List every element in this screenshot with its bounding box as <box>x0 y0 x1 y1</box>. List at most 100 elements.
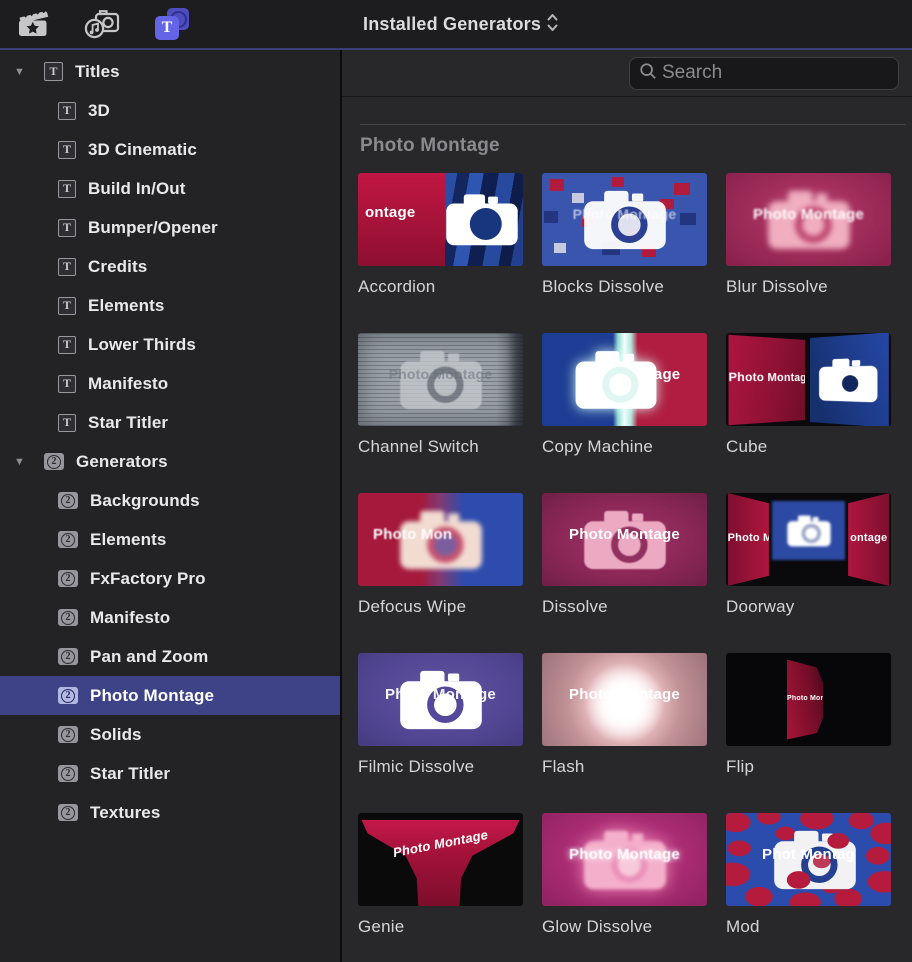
sidebar-item-manifesto-titles[interactable]: Manifesto <box>0 364 340 403</box>
generator-tile-flash[interactable]: Photo Montage Flash <box>542 653 707 777</box>
disclosure-triangle-icon[interactable] <box>14 456 30 468</box>
thumbnail-overlay-text: ontage <box>848 532 889 544</box>
sidebar-item-build-in-out[interactable]: Build In/Out <box>0 169 340 208</box>
doorway-center-art <box>772 501 845 560</box>
generator-thumbnail[interactable]: Photo M ontage <box>726 493 891 586</box>
generators-icon <box>58 570 78 587</box>
sidebar-item-bumper-opener[interactable]: Bumper/Opener <box>0 208 340 247</box>
generator-tile-copy-machine[interactable]: ntage Copy Machine <box>542 333 707 457</box>
thumbnail-overlay-text: Photo Montage <box>542 526 707 543</box>
disclosure-triangle-icon[interactable] <box>14 66 30 78</box>
generator-tile-accordion[interactable]: ontage Accordion <box>358 173 523 297</box>
sidebar-item-elements-titles[interactable]: Elements <box>0 286 340 325</box>
generator-grid: ontage Accordion Photo Montage Blocks Di… <box>358 173 912 937</box>
generator-tile-flip[interactable]: Photo Montage Flip <box>726 653 891 777</box>
installed-generators-label: Installed Generators <box>363 14 541 35</box>
generators-icon <box>58 492 78 509</box>
generators-icon <box>58 804 78 821</box>
generator-thumbnail[interactable]: Photo Montage <box>726 653 891 746</box>
titles-icon <box>44 62 63 81</box>
generator-thumbnail[interactable]: Photo Montage <box>358 333 523 426</box>
sidebar-item-solids[interactable]: Solids <box>0 715 340 754</box>
generator-thumbnail[interactable]: Photo Montage <box>542 173 707 266</box>
sidebar-item-lower-thirds[interactable]: Lower Thirds <box>0 325 340 364</box>
sidebar-item-credits[interactable]: Credits <box>0 247 340 286</box>
generator-name: Copy Machine <box>542 437 707 457</box>
generator-tile-blur-dissolve[interactable]: Photo Montage Blur Dissolve <box>726 173 891 297</box>
sidebar-group-generators[interactable]: Generators <box>0 442 340 481</box>
sidebar-item-pan-and-zoom[interactable]: Pan and Zoom <box>0 637 340 676</box>
generators-icon <box>58 726 78 743</box>
cube-blue-face-art <box>810 333 889 426</box>
section-title: Photo Montage <box>360 135 912 157</box>
generator-name: Genie <box>358 917 523 937</box>
generator-tile-filmic-dissolve[interactable]: Photo Montage Filmic Dissolve <box>358 653 523 777</box>
sidebar-item-star-titler-generators[interactable]: Star Titler <box>0 754 340 793</box>
generator-tile-doorway[interactable]: Photo M ontage Doorway <box>726 493 891 617</box>
sidebar-item-elements-generators[interactable]: Elements <box>0 520 340 559</box>
titles-generators-browser-button[interactable] <box>150 4 194 44</box>
generator-thumbnail[interactable]: ontage <box>358 173 523 266</box>
generators-icon <box>44 453 64 470</box>
titles-generators-icon <box>155 8 189 40</box>
search-input[interactable] <box>662 62 889 84</box>
thumbnail-overlay-text: Photo Montage <box>542 846 707 863</box>
sidebar-item-manifesto-generators[interactable]: Manifesto <box>0 598 340 637</box>
titles-icon <box>58 414 76 432</box>
generators-panel: Photo Montage ontage Accordion <box>342 50 912 962</box>
sidebar-item-photo-montage[interactable]: Photo Montage <box>0 676 340 715</box>
generator-thumbnail[interactable]: ntage <box>542 333 707 426</box>
titles-icon <box>58 258 76 276</box>
generator-name: Channel Switch <box>358 437 523 457</box>
generator-tile-channel-switch[interactable]: Photo Montage Channel Switch <box>358 333 523 457</box>
generator-name: Filmic Dissolve <box>358 757 523 777</box>
generator-thumbnail[interactable]: Photo Montage <box>358 653 523 746</box>
generator-tile-blocks-dissolve[interactable]: Photo Montage Blocks Dissolve <box>542 173 707 297</box>
thumbnail-overlay-text: Phot Montag <box>726 846 891 863</box>
generators-icon <box>58 687 78 704</box>
sidebar-group-titles[interactable]: Titles <box>0 52 340 91</box>
sidebar-item-3d[interactable]: 3D <box>0 91 340 130</box>
generator-thumbnail[interactable]: Phot Montag <box>726 813 891 906</box>
generator-thumbnail[interactable]: Photo Montage <box>726 173 891 266</box>
generator-tile-cube[interactable]: Photo Montage Cube <box>726 333 891 457</box>
generators-scroll-area[interactable]: Photo Montage ontage Accordion <box>342 97 912 962</box>
generator-name: Flash <box>542 757 707 777</box>
thumbnail-overlay-text: Photo Montage <box>726 206 891 223</box>
generators-icon <box>58 648 78 665</box>
sidebar-item-textures[interactable]: Textures <box>0 793 340 832</box>
cube-red-face-art: Photo Montage <box>728 334 805 424</box>
flip-panel-art: Photo Montage <box>787 660 823 740</box>
generator-name: Accordion <box>358 277 523 297</box>
generator-tile-dissolve[interactable]: Photo Montage Dissolve <box>542 493 707 617</box>
installed-generators-menu[interactable]: Installed Generators <box>363 0 558 48</box>
generator-tile-genie[interactable]: Photo Montage Genie <box>358 813 523 937</box>
titles-icon <box>58 297 76 315</box>
search-field[interactable] <box>629 57 899 90</box>
thumbnail-overlay-text: Photo Mon <box>373 526 523 543</box>
generator-tile-glow-dissolve[interactable]: Photo Montage Glow Dissolve <box>542 813 707 937</box>
generator-tile-mod[interactable]: Phot Montag Mod <box>726 813 891 937</box>
sidebar-item-star-titler-titles[interactable]: Star Titler <box>0 403 340 442</box>
generator-name: Blur Dissolve <box>726 277 891 297</box>
categories-sidebar: Titles 3D 3D Cinematic Build In/Out Bump… <box>0 50 340 962</box>
clapperboard-star-icon <box>16 8 49 41</box>
generators-icon <box>58 609 78 626</box>
generator-name: Cube <box>726 437 891 457</box>
camera-music-note-icon <box>84 7 121 42</box>
sidebar-item-backgrounds[interactable]: Backgrounds <box>0 481 340 520</box>
generator-thumbnail[interactable]: Photo Montage <box>358 813 523 906</box>
photos-audio-browser-button[interactable] <box>80 4 124 44</box>
generator-tile-defocus-wipe[interactable]: Photo Mon Defocus Wipe <box>358 493 523 617</box>
up-down-chevrons-icon <box>547 12 558 36</box>
generator-thumbnail[interactable]: Photo Montage <box>726 333 891 426</box>
generator-thumbnail[interactable]: Photo Montage <box>542 813 707 906</box>
sidebar-item-fxfactory-pro[interactable]: FxFactory Pro <box>0 559 340 598</box>
sidebar-item-3d-cinematic[interactable]: 3D Cinematic <box>0 130 340 169</box>
doorway-left-door-art: Photo M <box>728 493 769 586</box>
generator-thumbnail[interactable]: Photo Mon <box>358 493 523 586</box>
generator-thumbnail[interactable]: Photo Montage <box>542 653 707 746</box>
media-browser-button[interactable] <box>10 4 54 44</box>
titles-icon <box>58 180 76 198</box>
generator-thumbnail[interactable]: Photo Montage <box>542 493 707 586</box>
